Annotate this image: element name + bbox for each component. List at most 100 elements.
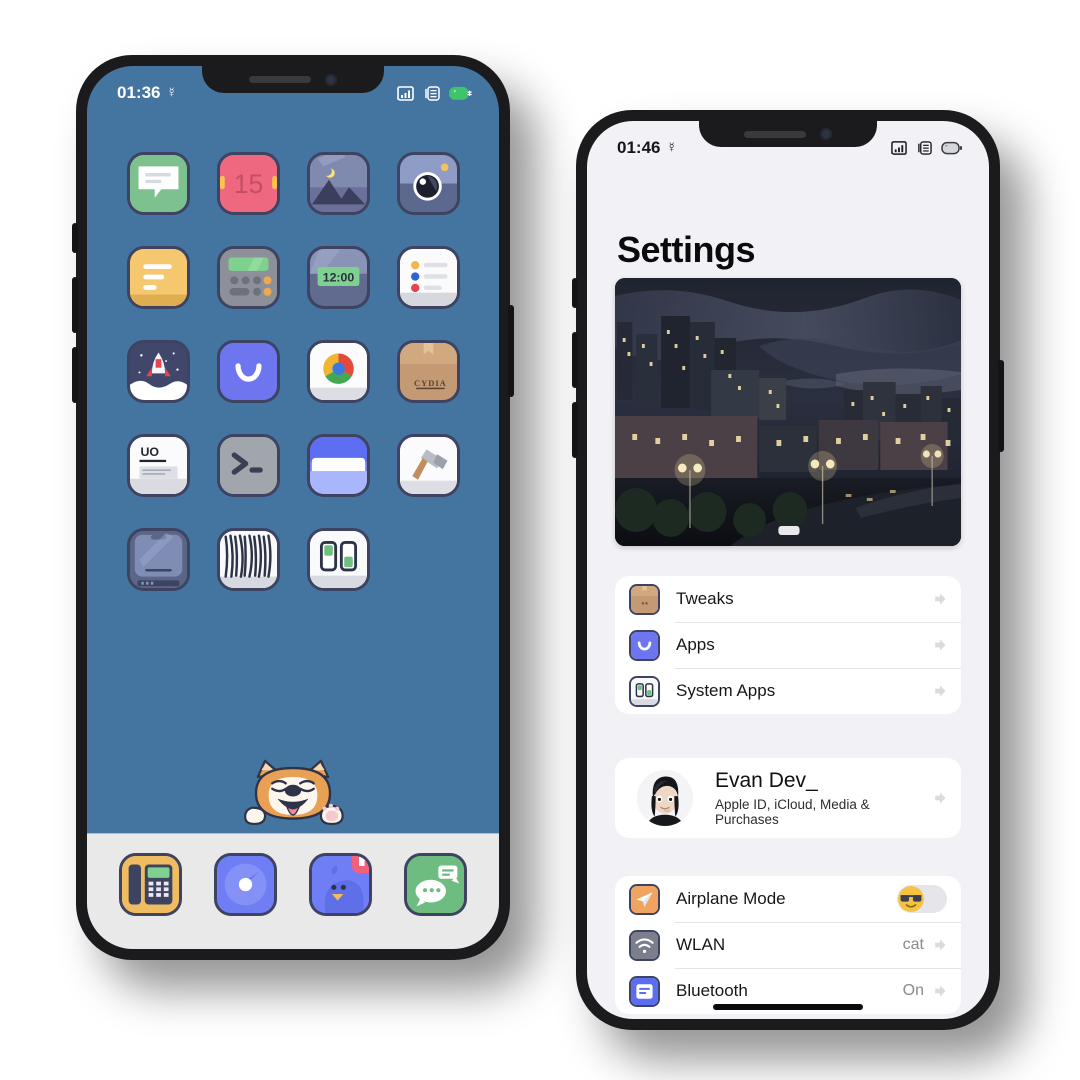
page-title: Settings [617,229,756,270]
app-icon-grid: Messages 15 15 [87,152,499,591]
home-indicator[interactable] [713,1004,863,1010]
svg-text:15: 15 [233,169,263,199]
settings-row-wlan[interactable]: WLAN cat [615,922,961,968]
settings-group-apps: Tweaks Apps System Apps [615,576,961,714]
settings-row-label: WLAN [676,935,726,954]
chevron-right-icon [935,685,946,697]
chevron-right-icon [935,593,946,605]
screenshot-canvas: 01:36 ☿ 15 12:00 CYDIA UO 01:46 ☿ Settin… [0,0,1080,1080]
notification-badge [352,856,369,873]
mute-switch-2[interactable] [572,278,578,308]
shiba-inu-peeking-icon [244,759,344,826]
airplane-icon [629,883,660,915]
location-arrow-icon: ☿ [166,84,177,100]
app-icon-calendar[interactable]: 15 15 [216,152,280,215]
airplane-mode-toggle[interactable] [897,885,947,913]
cydia-box-label: CYDIA [457,343,458,344]
chevron-right-icon [935,639,946,651]
settings-row-label: Bluetooth [676,981,748,1000]
settings-row-tweaks[interactable]: Tweaks [615,576,961,622]
app-icon-cydia[interactable]: CYDIA CYDIA [396,340,460,403]
app-icon-uo[interactable]: UO UO [126,434,190,497]
cydia-box-icon [629,583,660,615]
apple-id-row[interactable]: Evan Dev_ Apple ID, iCloud, Media & Purc… [615,758,961,838]
settings-row-value: On [902,982,924,999]
volume-up-button-2[interactable] [572,332,578,388]
dock-icon-phone[interactable] [119,853,182,916]
volume-down-button-2[interactable] [572,402,578,458]
uo-card-label: UO [187,437,188,438]
app-icon-calculator[interactable] [216,246,280,309]
settings-row-airplane-mode[interactable]: Airplane Mode [615,876,961,922]
app-icon-tools[interactable] [396,434,460,497]
cellular-signal-icon [397,85,414,101]
settings-row-label: Tweaks [676,589,734,608]
app-icon-testflight[interactable] [126,340,190,403]
home-status-bar: 01:36 ☿ [87,66,499,112]
status-time: 01:36 [117,83,161,102]
settings-row-value: cat [902,936,924,953]
settings-row-label: System Apps [676,681,776,700]
cellular-signal-icon-2 [891,141,907,155]
settings-row-label: Airplane Mode [676,889,786,908]
flag-badge-icon [358,856,369,866]
dock-icon-safari[interactable] [214,853,277,916]
dual-sim-icon-2 [918,141,932,155]
app-icon-appstore[interactable] [216,340,280,403]
app-icon-photos[interactable] [306,152,370,215]
account-subtitle: Apple ID, iCloud, Media & Purchases [715,797,870,827]
iphone-settings-device: 01:46 ☿ Settings Tweaks Apps System Apps… [572,110,1004,1030]
system-apps-icon [629,675,660,707]
app-icon-clock[interactable]: 12:00 12:00 [306,246,370,309]
location-arrow-icon-2: ☿ [666,139,677,155]
svg-text:UO: UO [140,445,159,459]
dual-sim-icon [425,85,440,101]
app-icon-camera[interactable] [396,152,460,215]
apple-id-text: Evan Dev_ Apple ID, iCloud, Media & Purc… [715,769,932,827]
iphone-home-screen-device: 01:36 ☿ 15 12:00 CYDIA UO [72,55,514,960]
volume-down-button[interactable] [72,347,78,403]
app-icon-files[interactable] [306,434,370,497]
calendar-day: 15 [277,155,278,156]
mute-switch[interactable] [72,223,78,253]
volume-up-button[interactable] [72,277,78,333]
settings-group-account: Evan Dev_ Apple ID, iCloud, Media & Purc… [615,758,961,838]
app-icon-messages[interactable]: Messages [126,152,190,215]
svg-text:12:00: 12:00 [322,270,354,284]
app-icon-device[interactable] [126,528,190,591]
settings-group-connectivity: Airplane Mode WLAN cat Bluetooth On [615,876,961,1014]
sunglasses-emoji-knob [898,886,924,912]
app-icon-zebra[interactable] [216,528,280,591]
battery-icon [941,141,962,155]
chevron-right-icon [935,792,946,804]
settings-row-system-apps[interactable]: System Apps [615,668,961,714]
chevron-right-icon [935,985,946,997]
bluetooth-icon [629,975,660,1007]
settings-row-label: Apps [676,635,715,654]
status-time-2: 01:46 [617,138,661,157]
app-label-messages: Messages [187,155,188,156]
chevron-right-icon [935,939,946,951]
svg-text:CYDIA: CYDIA [414,378,447,388]
wifi-icon [629,929,660,961]
battery-charging-icon [449,86,472,100]
avatar [637,770,693,826]
account-name: Evan Dev_ [715,769,818,792]
app-icon-notes[interactable] [126,246,190,309]
app-icon-chrome[interactable] [306,340,370,403]
smile-bag-icon [629,629,660,661]
night-cityscape-photo[interactable] [615,278,961,546]
dock-icon-wechat[interactable] [404,853,467,916]
settings-status-bar: 01:46 ☿ [587,121,989,167]
dock-icon-twitter[interactable] [309,853,372,916]
power-button[interactable] [508,305,514,397]
app-icon-terminal[interactable] [216,434,280,497]
power-button-2[interactable] [998,360,1004,452]
app-icon-system-apps[interactable] [306,528,370,591]
clock-display: 12:00 [367,249,368,250]
settings-row-apps[interactable]: Apps [615,622,961,668]
app-icon-reminders[interactable] [396,246,460,309]
settings-screen: 01:46 ☿ Settings Tweaks Apps System Apps… [587,121,989,1019]
home-screen: 01:36 ☿ 15 12:00 CYDIA UO [87,66,499,949]
dock [87,833,499,949]
